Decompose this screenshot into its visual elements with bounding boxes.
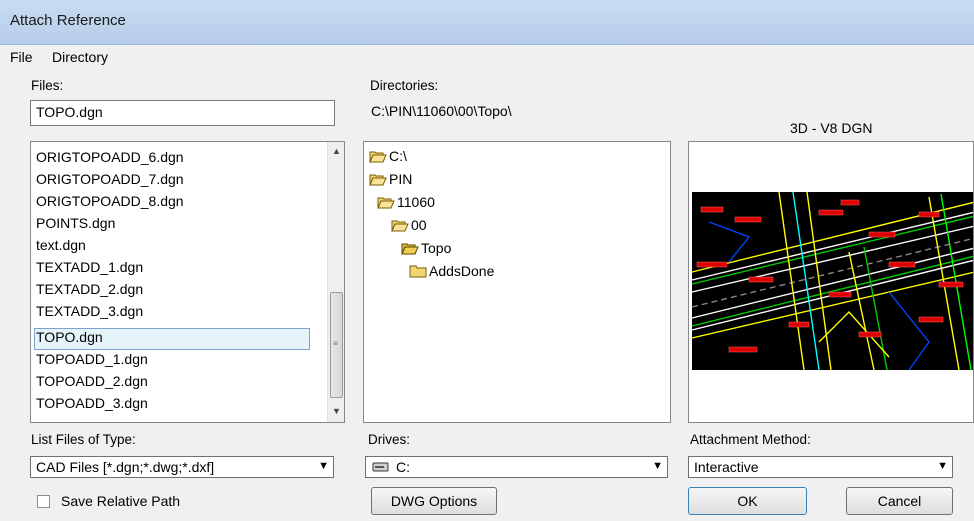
directories-label: Directories: [370, 78, 439, 93]
list-item[interactable]: TEXTADD_1.dgn [36, 259, 143, 275]
dialog-title: Attach Reference [10, 12, 126, 29]
list-item[interactable]: TOPOADD_2.dgn [36, 373, 148, 389]
list-item[interactable]: text.dgn [36, 237, 86, 253]
tree-label: 11060 [397, 194, 435, 210]
file-name-input[interactable]: TOPO.dgn [30, 100, 335, 126]
tree-item-pin[interactable]: PIN [369, 171, 412, 187]
chevron-down-icon[interactable]: ▼ [652, 460, 663, 472]
attachment-method-label: Attachment Method: [690, 432, 811, 447]
chevron-down-icon[interactable]: ▼ [937, 460, 948, 472]
attachment-method-value: Interactive [694, 459, 759, 475]
drive-icon [372, 462, 389, 472]
scroll-up-icon[interactable]: ▲ [328, 146, 345, 156]
scrollbar-thumb[interactable]: ≡ [330, 292, 343, 398]
file-type-select[interactable]: CAD Files [*.dgn;*.dwg;*.dxf] ▼ [30, 456, 334, 478]
tree-item-topo[interactable]: Topo [401, 240, 451, 256]
tree-item-root[interactable]: C:\ [369, 148, 407, 164]
drives-select[interactable]: C: ▼ [365, 456, 668, 478]
title-bar[interactable]: Attach Reference [0, 0, 974, 45]
dwg-options-button[interactable]: DWG Options [371, 487, 497, 515]
tree-label: C:\ [389, 148, 407, 164]
current-path: C:\PIN\11060\00\Topo\ [371, 103, 512, 119]
chevron-down-icon[interactable]: ▼ [318, 460, 329, 472]
list-item-selected[interactable]: TOPO.dgn [36, 329, 103, 345]
tree-label: Topo [421, 240, 452, 256]
menu-directory[interactable]: Directory [52, 49, 108, 65]
scroll-down-icon[interactable]: ▼ [328, 406, 345, 416]
file-type-value: CAD Files [*.dgn;*.dwg;*.dxf] [36, 459, 215, 475]
list-item[interactable]: TEXTADD_2.dgn [36, 281, 143, 297]
list-item[interactable]: ORIGTOPOADD_7.dgn [36, 171, 184, 187]
tree-item-addsdone[interactable]: AddsDone [409, 263, 494, 279]
drive-value: C: [396, 459, 410, 475]
list-item[interactable]: ORIGTOPOADD_8.dgn [36, 193, 184, 209]
save-relative-path-checkbox[interactable] [37, 495, 50, 508]
drives-label: Drives: [368, 432, 411, 447]
file-type-label: List Files of Type: [31, 432, 136, 447]
preview-pane [688, 141, 974, 423]
directories-tree[interactable]: C:\ PIN 11060 00 Topo AddsDone [363, 141, 671, 423]
open-folder-icon [369, 174, 387, 185]
menu-file[interactable]: File [10, 49, 33, 65]
preview-format-label: 3D - V8 DGN [790, 120, 873, 136]
tree-label: 00 [411, 217, 427, 233]
files-list[interactable]: ORIGTOPOADD_6.dgn ORIGTOPOADD_7.dgn ORIG… [30, 141, 345, 423]
ok-button[interactable]: OK [688, 487, 807, 515]
list-item[interactable]: TOPOADD_1.dgn [36, 351, 148, 367]
open-folder-icon [377, 197, 395, 208]
list-item[interactable]: TEXTADD_3.dgn [36, 303, 143, 319]
tree-item-11060[interactable]: 11060 [377, 194, 435, 210]
folder-icon [409, 265, 427, 277]
list-item[interactable]: TOPOADD_3.dgn [36, 395, 148, 411]
attach-reference-dialog: Attach Reference File Directory Files: T… [0, 0, 974, 521]
list-item[interactable]: ORIGTOPOADD_6.dgn [36, 149, 184, 165]
list-item[interactable]: POINTS.dgn [36, 215, 115, 231]
tree-label: PIN [389, 171, 413, 187]
tree-item-00[interactable]: 00 [391, 217, 427, 233]
files-label: Files: [31, 78, 64, 93]
open-folder-icon [391, 220, 409, 231]
attachment-method-select[interactable]: Interactive ▼ [688, 456, 953, 478]
files-scrollbar[interactable]: ▲ ≡ ▼ [327, 142, 344, 422]
save-relative-path-label[interactable]: Save Relative Path [61, 493, 180, 509]
open-folder-icon [401, 243, 419, 254]
cancel-button[interactable]: Cancel [846, 487, 953, 515]
tree-label: AddsDone [429, 263, 495, 279]
drawing-preview-image [691, 191, 973, 371]
menu-bar: File Directory [0, 45, 974, 70]
open-folder-icon [369, 151, 387, 162]
